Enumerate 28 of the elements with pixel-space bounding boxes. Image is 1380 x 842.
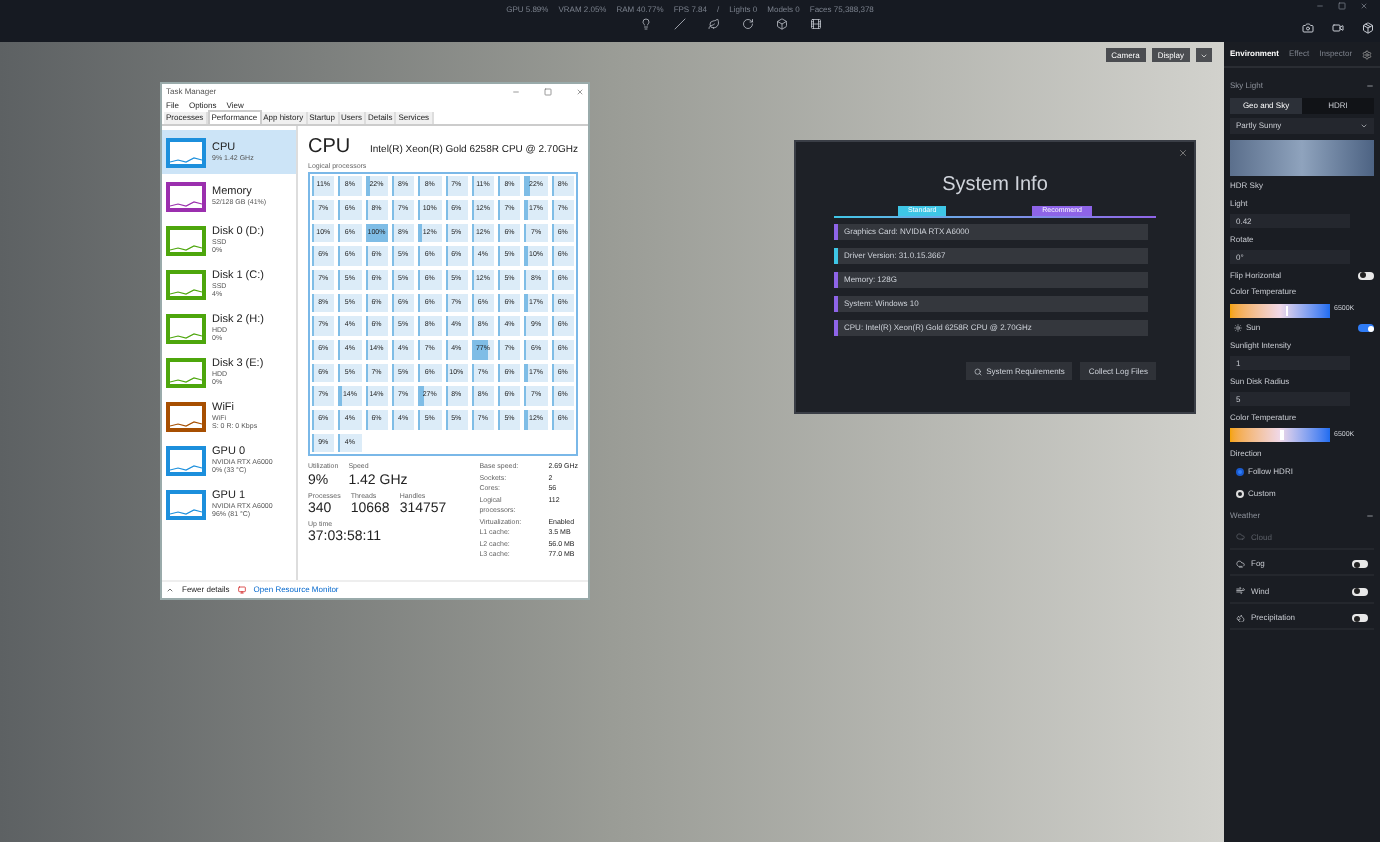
toggle-switch[interactable] (1352, 614, 1368, 622)
droplets-icon (1236, 613, 1245, 623)
leaf-icon[interactable] (707, 18, 719, 30)
temperature-slider[interactable] (1230, 428, 1330, 442)
settings-icon[interactable] (1362, 49, 1373, 59)
temperature-slider[interactable] (1230, 303, 1330, 317)
search-icon (974, 367, 983, 375)
sun-icon (1234, 324, 1242, 332)
film-icon[interactable] (809, 18, 821, 30)
toggle-switch[interactable] (1358, 271, 1374, 279)
fog-icon (1236, 559, 1245, 569)
line-icon[interactable] (673, 18, 685, 30)
dialog-title: System Info (942, 172, 1048, 200)
cloud-icon (1236, 532, 1245, 542)
rotate-icon[interactable] (741, 18, 753, 30)
cube-icon[interactable] (1362, 22, 1374, 34)
camera-icon[interactable] (1302, 22, 1314, 34)
radio-button[interactable] (1236, 468, 1244, 476)
toggle-switch[interactable] (1352, 587, 1368, 595)
wind-icon (1236, 586, 1245, 596)
sky-thumbnail (1230, 139, 1374, 175)
monitor-icon (237, 586, 246, 594)
bulb-icon[interactable] (639, 18, 651, 30)
cpu-heading: CPU (308, 134, 351, 162)
toggle-switch[interactable] (1358, 324, 1374, 332)
box-icon[interactable] (775, 18, 787, 30)
toggle-switch[interactable] (1352, 560, 1368, 568)
video-icon[interactable] (1332, 22, 1344, 34)
